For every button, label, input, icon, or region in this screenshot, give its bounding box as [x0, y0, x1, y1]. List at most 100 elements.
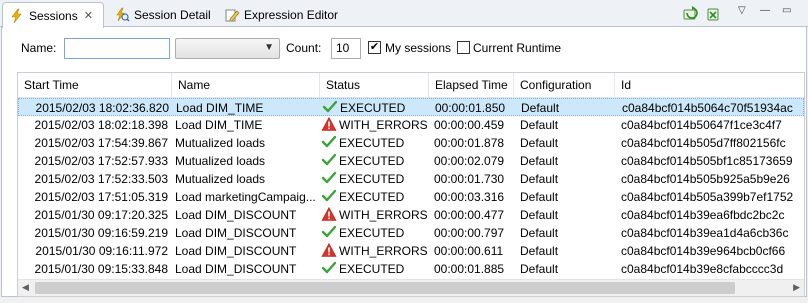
minimize-icon[interactable]: —: [760, 5, 770, 16]
cell-name: Load DIM_DISCOUNT: [175, 208, 297, 222]
close-icon[interactable]: ✕: [84, 9, 93, 22]
status-text: WITH_ERRORS: [339, 208, 428, 222]
horizontal-scrollbar[interactable]: ◀ ▶: [18, 279, 804, 296]
check-icon: [321, 188, 337, 204]
cell-status: EXECUTED: [321, 260, 429, 278]
tab-label: Expression Editor: [244, 7, 339, 22]
status-text: EXECUTED: [339, 154, 405, 168]
cell-status: WITH_ERRORS: [321, 116, 429, 134]
cell-configuration: Default: [520, 136, 559, 150]
column-header-id[interactable]: Id: [615, 73, 804, 98]
cell-configuration: Default: [520, 118, 559, 132]
cell-name: Mutualized loads: [175, 172, 266, 186]
sessions-view: Name: ▼ Count: 10 ✔ My sessions Current …: [1, 27, 807, 297]
cell-elapsed-time: 00:00:01.885: [434, 262, 505, 276]
cell-name: Load marketingCampaig...: [175, 190, 316, 204]
cell-id: c0a84bcf014b505d7ff802156fc: [621, 136, 786, 150]
table-row[interactable]: 2015/02/03 17:52:57.933 Mutualized loads E…: [18, 152, 804, 170]
cell-start-time: 2015/02/03 17:51:05.319: [34, 190, 168, 204]
purge-icon[interactable]: [705, 6, 721, 22]
column-header-elapsed-time[interactable]: Elapsed Time: [429, 73, 514, 98]
bolt-search-icon: [114, 7, 130, 23]
view-menu-icon[interactable]: ▽: [738, 5, 746, 16]
tab-label: Session Detail: [134, 7, 211, 22]
filter-bar: Name: ▼ Count: 10 ✔ My sessions Current …: [2, 27, 806, 69]
cell-start-time: 2015/02/03 17:52:57.933: [34, 154, 168, 168]
cell-start-time: 2015/02/03 18:02:18.398: [34, 118, 168, 132]
pencil-icon: [224, 7, 240, 23]
cell-configuration: Default: [520, 244, 559, 258]
cell-status: EXECUTED: [321, 134, 429, 152]
count-input[interactable]: 10: [331, 38, 361, 59]
cell-elapsed-time: 00:00:01.878: [434, 136, 505, 150]
scroll-right-icon[interactable]: ▶: [793, 282, 800, 293]
cell-id: c0a84bcf014b505bf1c85173659: [621, 154, 793, 168]
table-row[interactable]: 2015/02/03 18:02:18.398 Load DIM_TIME WITH…: [18, 116, 804, 134]
check-icon: [321, 152, 337, 168]
cell-elapsed-time: 00:00:01.730: [434, 172, 505, 186]
table-row[interactable]: 2015/01/30 09:16:59.219 Load DIM_DISCOUNT…: [18, 224, 804, 242]
configuration-select[interactable]: ▼: [175, 38, 280, 59]
name-label: Name:: [21, 41, 57, 55]
cell-configuration: Default: [521, 101, 560, 115]
cell-name: Load DIM_TIME: [175, 118, 263, 132]
status-text: EXECUTED: [339, 190, 405, 204]
maximize-icon[interactable]: ▭: [782, 5, 791, 16]
cell-start-time: 2015/01/30 09:15:33.848: [34, 262, 168, 276]
table-header: Start Time Name Status Elapsed Time Conf…: [18, 73, 804, 98]
cell-status: EXECUTED: [322, 99, 430, 117]
cell-configuration: Default: [520, 190, 559, 204]
column-header-configuration[interactable]: Configuration: [514, 73, 615, 98]
scrollbar-thumb[interactable]: [35, 282, 735, 294]
tab-sessions[interactable]: Sessions ✕: [2, 2, 104, 28]
warning-icon: [321, 242, 337, 258]
warning-icon: [321, 116, 337, 132]
cell-elapsed-time: 00:00:00.797: [434, 226, 505, 240]
current-runtime-checkbox[interactable]: [457, 41, 470, 54]
tab-session-detail[interactable]: Session Detail: [108, 2, 217, 27]
table-row[interactable]: 2015/01/30 09:15:33.848 Load DIM_DISCOUNT…: [18, 260, 804, 278]
cell-start-time: 2015/02/03 18:02:36.820: [35, 101, 169, 115]
status-text: EXECUTED: [339, 226, 405, 240]
cell-configuration: Default: [520, 172, 559, 186]
table-row[interactable]: 2015/01/30 09:17:20.325 Load DIM_DISCOUNT…: [18, 206, 804, 224]
scroll-left-icon[interactable]: ◀: [22, 282, 29, 293]
current-runtime-label: Current Runtime: [473, 41, 562, 55]
cell-elapsed-time: 00:00:00.459: [434, 118, 505, 132]
cell-elapsed-time: 00:00:03.316: [434, 190, 505, 204]
status-text: EXECUTED: [339, 136, 405, 150]
cell-id: c0a84bcf014b39e8cfabcccc3d: [621, 262, 784, 276]
table-row[interactable]: 2015/02/03 17:54:39.867 Mutualized loads E…: [18, 134, 804, 152]
tab-expression-editor[interactable]: Expression Editor: [218, 2, 344, 27]
table-row[interactable]: 2015/02/03 17:52:33.503 Mutualized loads E…: [18, 170, 804, 188]
cell-start-time: 2015/02/03 17:52:33.503: [34, 172, 168, 186]
bolt-icon: [9, 8, 25, 24]
status-text: EXECUTED: [340, 101, 406, 115]
cell-start-time: 2015/01/30 09:16:59.219: [34, 226, 168, 240]
column-header-start-time[interactable]: Start Time: [18, 73, 172, 98]
cell-status: WITH_ERRORS: [321, 242, 429, 260]
check-icon: [322, 99, 338, 115]
column-header-name[interactable]: Name: [172, 73, 320, 98]
cell-configuration: Default: [520, 154, 559, 168]
cell-elapsed-time: 00:00:00.477: [434, 208, 505, 222]
status-text: WITH_ERRORS: [339, 118, 428, 132]
cell-name: Mutualized loads: [175, 136, 266, 150]
refresh-icon[interactable]: [683, 6, 699, 22]
table-row[interactable]: 2015/01/30 09:16:11.972 Load DIM_DISCOUNT…: [18, 242, 804, 260]
table-row[interactable]: 2015/02/03 17:51:05.319 Load marketingCam…: [18, 188, 804, 206]
table-row[interactable]: 2015/02/03 18:02:36.820 Load DIM_TIME EXEC…: [18, 98, 804, 116]
status-text: EXECUTED: [339, 172, 405, 186]
check-icon: [321, 260, 337, 276]
my-sessions-label: My sessions: [385, 41, 452, 55]
name-filter-input[interactable]: [64, 38, 170, 59]
my-sessions-checkbox[interactable]: ✔: [368, 41, 381, 54]
cell-status: EXECUTED: [321, 170, 429, 188]
cell-start-time: 2015/01/30 09:17:20.325: [34, 208, 168, 222]
cell-configuration: Default: [520, 208, 559, 222]
status-text: EXECUTED: [339, 262, 405, 276]
cell-id: c0a84bcf014b505a399b7ef1752: [621, 190, 794, 204]
cell-status: EXECUTED: [321, 224, 429, 242]
status-text: WITH_ERRORS: [339, 244, 428, 258]
column-header-status[interactable]: Status: [320, 73, 429, 98]
